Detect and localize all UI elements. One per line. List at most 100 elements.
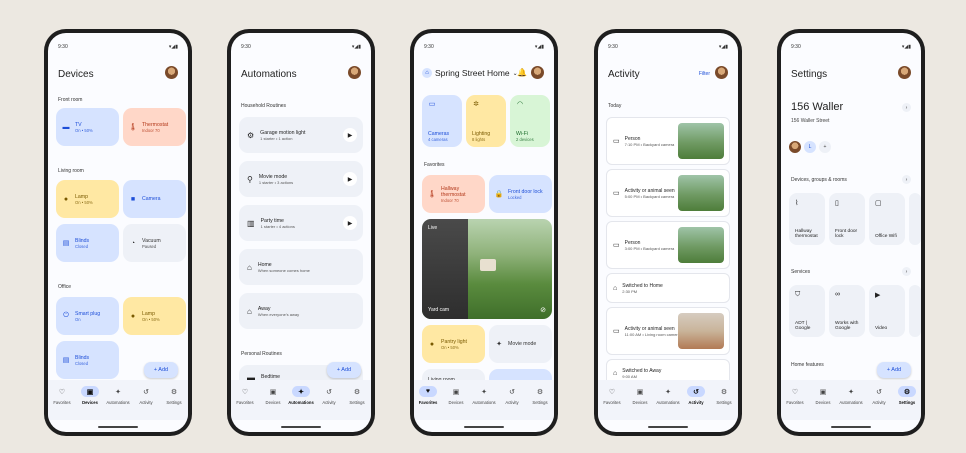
- activity-item-switched-home[interactable]: ⌂ Switched to Home 2:30 PM: [606, 273, 730, 303]
- nav-favorites[interactable]: ♡ Favorites: [232, 386, 258, 406]
- event-thumbnail[interactable]: [678, 227, 724, 263]
- routine-party-time[interactable]: ▥ Party time 1 starter • 4 actions ▶: [239, 205, 363, 241]
- nav-activity[interactable]: ↺ Activity: [683, 386, 709, 405]
- camera-feed-yard[interactable]: Live Yard cam ⊘: [422, 219, 552, 319]
- chevron-right-icon[interactable]: ›: [902, 175, 911, 184]
- nav-automations[interactable]: ✦ Automations: [838, 386, 864, 406]
- avatar[interactable]: [715, 66, 728, 79]
- add-button[interactable]: + Add: [877, 362, 911, 378]
- settings-screen: 9:30 ▾◢▮ Settings 156 Waller › 156 Waller…: [781, 33, 921, 432]
- devices-screen: 9:30 ▾◢▮ Devices Front room ▬ TV On • 50% …: [48, 33, 188, 432]
- chevron-right-icon[interactable]: ›: [902, 267, 911, 276]
- add-member-icon[interactable]: +: [819, 141, 831, 153]
- service-tile-works-with-google[interactable]: ∞ Works with Google: [829, 285, 865, 337]
- nav-favorites[interactable]: ♥ Favorites: [415, 386, 441, 405]
- fav-tile-movie-mode[interactable]: ✦ Movie mode: [489, 325, 552, 363]
- nav-automations[interactable]: ✦ Automations: [288, 386, 314, 405]
- tile-label: Works with Google: [835, 321, 859, 331]
- nav-automations[interactable]: ✦ Automations: [471, 386, 497, 406]
- gear-icon: ⚙: [898, 386, 916, 397]
- add-button[interactable]: + Add: [144, 362, 178, 378]
- activity-item-animal-2[interactable]: ▭ Activity or animal seen 11:00 AM • Livi…: [606, 307, 730, 355]
- chevron-right-icon[interactable]: ›: [902, 103, 911, 112]
- event-thumbnail[interactable]: [678, 123, 724, 159]
- fav-tile-pantry-light[interactable]: ● Pantry light On • 50%: [422, 325, 485, 363]
- routine-home[interactable]: ⌂ Home When someone comes home: [239, 249, 363, 285]
- camera-name: Yard cam: [428, 307, 450, 313]
- settings-tile-hallway-thermostat[interactable]: ⌇ Hallway thermostat: [789, 193, 825, 245]
- service-tile-partial[interactable]: [909, 285, 921, 337]
- member-avatar-l[interactable]: L: [804, 141, 816, 153]
- mute-icon[interactable]: ⊘: [540, 306, 546, 314]
- nav-label: Favorites: [786, 400, 804, 405]
- nav-settings[interactable]: ⚙ Settings: [711, 386, 737, 406]
- devices-icon: ▣: [819, 388, 827, 396]
- device-tile-camera[interactable]: ■ Camera: [123, 180, 186, 218]
- add-button[interactable]: + Add: [327, 362, 361, 378]
- nav-settings[interactable]: ⚙ Settings: [894, 386, 920, 405]
- camera-icon: ▭: [613, 138, 620, 145]
- nav-favorites[interactable]: ♡ Favorites: [599, 386, 625, 406]
- link-icon: ∞: [835, 291, 840, 298]
- device-tile-blinds[interactable]: ▤ Blinds Closed: [56, 224, 119, 262]
- nav-automations[interactable]: ✦ Automations: [655, 386, 681, 406]
- settings-tile-partial[interactable]: [909, 193, 921, 245]
- play-icon[interactable]: ▶: [343, 128, 357, 142]
- device-tile-tv[interactable]: ▬ TV On • 50%: [56, 108, 119, 146]
- heart-icon: ♡: [241, 388, 249, 396]
- nav-settings[interactable]: ⚙ Settings: [344, 386, 370, 406]
- event-thumbnail[interactable]: [678, 313, 724, 349]
- routine-away[interactable]: ⌂ Away When everyone's away: [239, 293, 363, 329]
- device-tile-office-blinds[interactable]: ▤ Blinds Closed: [56, 341, 119, 379]
- nav-activity[interactable]: ↺ Activity: [316, 386, 342, 406]
- nav-label: Devices: [815, 400, 831, 405]
- device-tile-vacuum[interactable]: ◔ Vacuum Paused: [123, 224, 186, 262]
- routine-garage-motion-light[interactable]: ⚙ Garage motion light 1 starter • 1 actio…: [239, 117, 363, 153]
- device-tile-lamp[interactable]: ● Lamp On • 50%: [56, 180, 119, 218]
- play-icon[interactable]: ▶: [343, 216, 357, 230]
- category-lighting[interactable]: ✲ Lighting 8 lights: [466, 95, 506, 147]
- fav-tile-hallway-thermostat[interactable]: 🌡 Hallway thermostat Indoor 70: [422, 175, 485, 213]
- bell-icon[interactable]: 🔔: [517, 68, 527, 77]
- category-wifi[interactable]: ◠ Wi-Fi 2 devices: [510, 95, 550, 147]
- nav-automations[interactable]: ✦ Automations: [105, 386, 131, 406]
- play-icon[interactable]: ▶: [343, 172, 357, 186]
- settings-tile-front-door-lock[interactable]: ▯ Front door lock: [829, 193, 865, 245]
- activity-item-person-2[interactable]: ▭ Person 3:00 PM • Backyard camera: [606, 221, 730, 269]
- nav-devices[interactable]: ▣ Devices: [810, 386, 836, 406]
- avatar[interactable]: [165, 66, 178, 79]
- nav-favorites[interactable]: ♡ Favorites: [49, 386, 75, 406]
- home-indicator: [281, 426, 321, 428]
- fav-tile-front-door-lock[interactable]: 🔒 Front door lock Locked: [489, 175, 552, 213]
- service-tile-video[interactable]: ▶ Video: [869, 285, 905, 337]
- nav-devices[interactable]: ▣ Devices: [443, 386, 469, 406]
- settings-tile-office-wifi[interactable]: ▢ Office Wifi: [869, 193, 905, 245]
- avatar[interactable]: [531, 66, 544, 79]
- service-tile-adt[interactable]: ⛉ ADT | Google: [789, 285, 825, 337]
- category-cameras[interactable]: ▭ Cameras 4 cameras: [422, 95, 462, 147]
- status-bar: 9:30 ▾◢▮: [58, 44, 178, 52]
- nav-activity[interactable]: ↺ Activity: [133, 386, 159, 406]
- activity-item-animal[interactable]: ▭ Activity or animal seen 5:00 PM • Backy…: [606, 169, 730, 217]
- avatar[interactable]: [348, 66, 361, 79]
- routine-movie-mode[interactable]: ⚲ Movie mode 1 starter • 3 actions ▶: [239, 161, 363, 197]
- home-selector[interactable]: ⌂ Spring Street Home ⌄: [422, 68, 518, 78]
- device-tile-office-lamp[interactable]: ● Lamp On • 50%: [123, 297, 186, 335]
- device-tile-thermostat[interactable]: 🌡 Thermostat Indoor 70: [123, 108, 186, 146]
- nav-activity[interactable]: ↺ Activity: [866, 386, 892, 406]
- nav-devices[interactable]: ▣ Devices: [627, 386, 653, 406]
- history-icon: ↺: [509, 388, 515, 396]
- nav-favorites[interactable]: ♡ Favorites: [782, 386, 808, 406]
- nav-devices[interactable]: ▣ Devices: [77, 386, 103, 405]
- nav-activity[interactable]: ↺ Activity: [499, 386, 525, 406]
- device-tile-smart-plug[interactable]: ⏻ Smart plug On: [56, 297, 119, 335]
- nav-settings[interactable]: ⚙ Settings: [161, 386, 187, 406]
- activity-item-person[interactable]: ▭ Person 7:10 PM • Backyard camera: [606, 117, 730, 165]
- event-thumbnail[interactable]: [678, 175, 724, 211]
- avatar[interactable]: [898, 66, 911, 79]
- member-avatar[interactable]: [789, 141, 801, 153]
- nav-settings[interactable]: ⚙ Settings: [527, 386, 553, 406]
- filter-button[interactable]: Filter: [699, 71, 710, 77]
- history-icon: ↺: [326, 388, 332, 396]
- nav-devices[interactable]: ▣ Devices: [260, 386, 286, 406]
